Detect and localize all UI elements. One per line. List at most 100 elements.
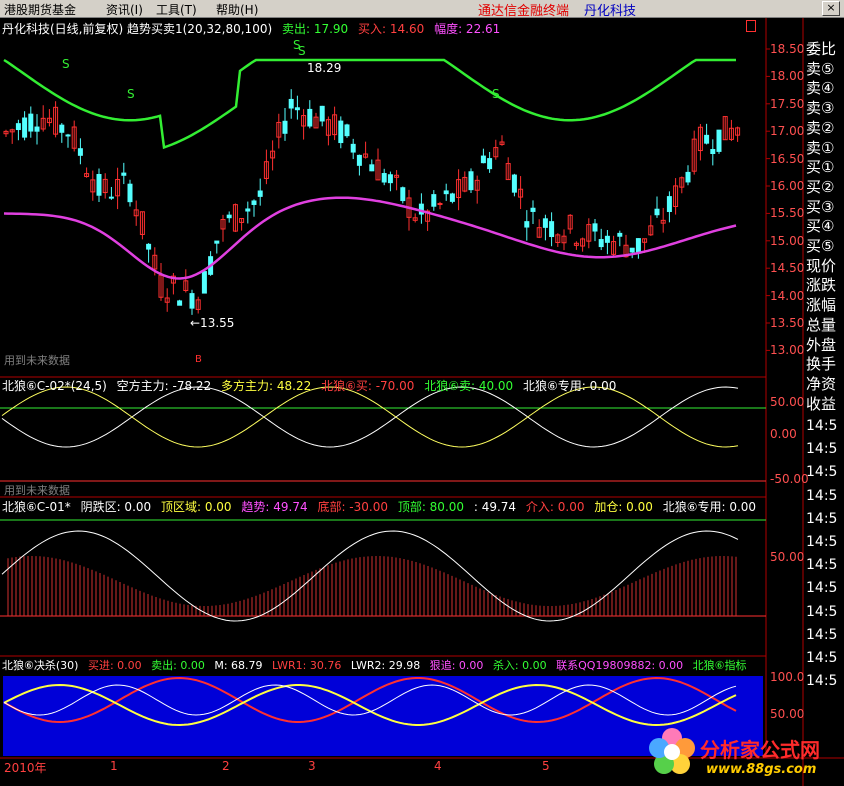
quote-label: 买①	[806, 158, 835, 177]
trade-time: 14:5	[806, 603, 838, 620]
candle-body	[350, 143, 356, 153]
candle-body	[214, 240, 220, 244]
candle-body	[468, 171, 474, 191]
quote-label: 收益	[806, 394, 837, 413]
trade-time: 14:5	[806, 557, 838, 574]
quote-label: 卖③	[806, 99, 835, 118]
panel2-kong: 空方主力: -78.22	[116, 379, 212, 393]
quote-label: 买④	[806, 217, 835, 236]
candle-body	[635, 238, 641, 253]
quote-label: 卖①	[806, 138, 835, 157]
buy-mark: B	[195, 354, 202, 365]
candle-body	[307, 108, 313, 127]
candle-body	[28, 113, 34, 132]
quote-label: 现价	[806, 256, 837, 275]
trade-time: 14:5	[806, 580, 838, 597]
quote-label: 净资	[806, 374, 837, 393]
candle-body	[685, 171, 691, 183]
menu-help[interactable]: 帮助(H)	[216, 1, 258, 18]
candle-body	[108, 196, 114, 199]
trade-time: 14:5	[806, 487, 838, 504]
time-label: 2	[222, 759, 230, 773]
panel3-qushi: 趋势: 49.74	[241, 500, 308, 514]
quote-label: 买③	[806, 197, 835, 216]
candle-body	[288, 98, 294, 109]
sell-mark: S	[62, 57, 70, 71]
candle-body	[251, 200, 257, 205]
trade-time: 14:5	[806, 626, 838, 643]
upper-band	[3, 58, 736, 150]
candle-body	[437, 203, 443, 206]
panel2-header: 北狼⑥C-02*(24,5) 空方主力: -78.22 多方主力: 48.22 …	[2, 377, 622, 394]
future-data-note: 用到未来数据	[4, 354, 70, 367]
menu-hk-futures[interactable]: 港股期货基金	[4, 1, 76, 18]
close-icon: ×	[826, 1, 836, 14]
trade-time: 14:5	[806, 441, 838, 458]
trade-time: 14:5	[806, 510, 838, 527]
trade-time: 14:5	[806, 418, 838, 434]
panel2-duo: 多方主力: 48.22	[221, 379, 312, 393]
candle-body	[666, 196, 672, 213]
quote-label: 外盘	[806, 335, 837, 354]
time-label: 3	[308, 759, 316, 773]
price-tick: 17.50	[770, 96, 805, 111]
price-tick: 14.50	[770, 261, 805, 276]
menu-info[interactable]: 资讯(I)	[106, 1, 143, 18]
panel3-tick: 50.00	[770, 550, 805, 564]
time-label: 4	[434, 759, 442, 773]
close-button[interactable]: ×	[822, 1, 840, 16]
candle-body	[480, 155, 486, 164]
panel2-special: 北狼⑥专用: 0.00	[523, 379, 617, 393]
main-header: 丹化科技(日线,前复权) 趋势买卖1(20,32,80,100) 卖出: 17.…	[2, 20, 506, 37]
candle-body	[592, 223, 598, 232]
price-tick: 16.00	[770, 179, 805, 193]
panel2-name: 北狼⑥C-02*(24,5)	[2, 379, 107, 393]
candle-body	[431, 194, 437, 207]
watermark-url: www.88gs.com	[706, 762, 817, 777]
panel3-special: 北狼⑥专用: 0.00	[662, 500, 757, 514]
panel4-header: 北狼⑥决杀(30) 买进: 0.00 卖出: 0.00 M: 68.79 LWR…	[2, 657, 753, 673]
quote-label: 卖④	[806, 79, 835, 98]
trade-time: 14:5	[806, 464, 838, 481]
candle-body	[356, 154, 362, 166]
panel-toggle-icon[interactable]	[746, 20, 756, 32]
panel3-yindie: 阴跌区: 0.00	[80, 500, 152, 514]
panel2-lines	[0, 386, 766, 482]
candle-body	[449, 193, 455, 202]
candle-body	[127, 183, 133, 203]
quote-label: 买⑤	[806, 237, 835, 255]
candle-body	[511, 174, 517, 193]
price-tick: 15.00	[770, 233, 805, 248]
candle-body	[338, 120, 344, 144]
panel4-henzhui: 狠追: 0.00	[429, 659, 484, 672]
quote-label: 卖⑤	[806, 59, 835, 78]
price-tick: 16.50	[770, 151, 805, 166]
candle-body	[294, 107, 300, 111]
panel4-lwr2: LWR2: 29.98	[350, 659, 421, 672]
panel3-bars	[0, 519, 766, 622]
candle-body	[617, 232, 623, 237]
sell-mark: S	[127, 87, 135, 101]
panel3-dingbu: 顶部: 80.00	[397, 500, 465, 514]
amplitude-value: 幅度: 22.61	[434, 22, 501, 36]
quote-label: 委比	[806, 40, 837, 58]
candle-body	[319, 105, 325, 122]
candle-body	[704, 134, 710, 144]
candle-body	[282, 120, 288, 134]
panel3-name: 北狼⑥C-01*	[2, 500, 71, 514]
trade-time: 14:5	[806, 650, 838, 666]
quote-label: 买②	[806, 177, 835, 196]
panel2-future-note: 用到未来数据	[4, 484, 70, 497]
panel3-val: : 49.74	[473, 500, 517, 514]
candle-body	[524, 221, 530, 228]
panel4-tick: 100.0	[770, 670, 805, 684]
quote-label: 涨幅	[806, 296, 837, 315]
panel4-sellout: 卖出: 0.00	[151, 659, 205, 672]
candle-body	[443, 190, 449, 195]
stock-name: 丹化科技	[584, 4, 637, 19]
menu-tools[interactable]: 工具(T)	[156, 1, 197, 18]
candle-body	[344, 124, 350, 137]
panel2-tick: 50.00	[770, 395, 805, 409]
candle-body	[369, 164, 375, 172]
panel4-contact: 联系QQ19809882: 0.00	[556, 659, 684, 672]
